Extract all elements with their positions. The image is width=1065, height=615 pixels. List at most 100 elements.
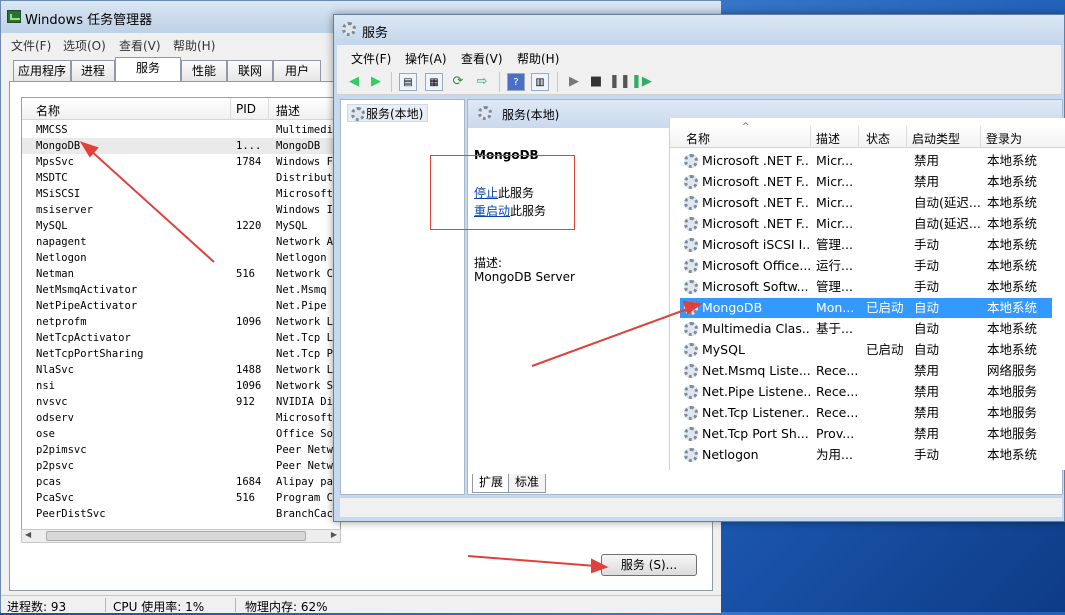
menu-view[interactable]: 查看(V) [119, 37, 161, 54]
menu-options[interactable]: 选项(O) [63, 37, 106, 54]
cell-startup: 禁用 [914, 363, 940, 378]
properties-icon[interactable]: ▦ [425, 73, 443, 91]
cell-desc: Prov... [816, 426, 855, 441]
table-row[interactable]: Microsoft .NET F... Micr... 自动(延迟... 本地系统 [680, 214, 1052, 234]
services-button[interactable]: 服务 (S)... [601, 554, 697, 576]
col-name-header[interactable]: 名称 [686, 130, 710, 147]
status-processes: 进程数: 93 [7, 600, 67, 614]
table-row[interactable]: napagent Network Ac [22, 234, 340, 250]
export-icon[interactable]: ⇨ [473, 73, 491, 91]
table-row[interactable]: MongoDB 1... MongoDB [22, 138, 340, 154]
tab-standard[interactable]: 标准 [508, 474, 547, 493]
cell-desc: MySQL [276, 220, 308, 232]
col-status-header[interactable]: 状态 [866, 130, 890, 147]
table-row[interactable]: Net.Tcp Port Sh... Prov... 禁用 本地服务 [680, 424, 1052, 444]
table-row[interactable]: Microsoft Softw... 管理... 手动 本地系统 [680, 277, 1052, 297]
table-row[interactable]: pcas 1684 Alipay pay [22, 474, 340, 490]
table-row[interactable]: NlaSvc 1488 Network Lo [22, 362, 340, 378]
cell-name: Netlogon [36, 252, 87, 264]
table-row[interactable]: Netlogon Netlogon [22, 250, 340, 266]
restart-icon[interactable]: ❚▶ [631, 73, 652, 91]
tab-extended[interactable]: 扩展 [472, 474, 511, 493]
table-row[interactable]: Net.Pipe Listene... Rece... 禁用 本地服务 [680, 382, 1052, 402]
table-row[interactable]: Net.Msmq Liste... Rece... 禁用 网络服务 [680, 361, 1052, 381]
tab-applications[interactable]: 应用程序 [13, 60, 71, 82]
table-row[interactable]: nsi 1096 Network St [22, 378, 340, 394]
table-row[interactable]: nvsvc 912 NVIDIA Dis [22, 394, 340, 410]
menu-help[interactable]: 帮助(H) [173, 37, 215, 54]
table-row[interactable]: NetTcpPortSharing Net.Tcp Po [22, 346, 340, 362]
cell-name: Microsoft .NET F... [702, 174, 810, 189]
scroll-right-icon[interactable]: ▶ [331, 530, 337, 539]
help-icon[interactable]: ? [507, 73, 525, 91]
table-row[interactable]: MySQL 1220 MySQL [22, 218, 340, 234]
table-row[interactable]: Netlogon 为用... 手动 本地系统 [680, 445, 1052, 465]
col-desc-header[interactable]: 描述 [816, 130, 840, 147]
table-row[interactable]: Multimedia Clas... 基于... 自动 本地系统 [680, 319, 1052, 339]
table-row[interactable]: PeerDistSvc BranchCach [22, 506, 340, 522]
col-pid-header[interactable]: PID [236, 102, 256, 116]
table-row[interactable]: Microsoft iSCSI I... 管理... 手动 本地系统 [680, 235, 1052, 255]
table-row[interactable]: odserv Microsoft [22, 410, 340, 426]
col-startup-header[interactable]: 启动类型 [912, 130, 960, 147]
table-row[interactable]: MMCSS Multimedia [22, 122, 340, 138]
horizontal-scrollbar[interactable]: ◀ ▶ [21, 529, 341, 543]
table-row[interactable]: MpsSvc 1784 Windows Fi [22, 154, 340, 170]
scrollbar-thumb[interactable] [46, 531, 306, 541]
table-row[interactable]: NetTcpActivator Net.Tcp Li [22, 330, 340, 346]
cell-startup: 自动 [914, 321, 940, 336]
table-row[interactable]: Microsoft Office... 运行... 手动 本地系统 [680, 256, 1052, 276]
table-row[interactable]: Microsoft .NET F... Micr... 禁用 本地系统 [680, 151, 1052, 171]
table-row[interactable]: Microsoft .NET F... Micr... 自动(延迟... 本地系统 [680, 193, 1052, 213]
services-statusbar [340, 497, 1062, 517]
cell-desc: Office Sou [276, 428, 340, 440]
table-row[interactable]: msiserver Windows In [22, 202, 340, 218]
menu-file[interactable]: 文件(F) [11, 37, 51, 54]
cell-name: PcaSvc [36, 492, 74, 504]
pause-icon[interactable]: ❚❚ [609, 73, 631, 91]
stop-icon[interactable]: ■ [587, 73, 605, 91]
table-row[interactable]: MySQL 已启动 自动 本地系统 [680, 340, 1052, 360]
view-icon[interactable]: ▥ [531, 73, 549, 91]
menu-file[interactable]: 文件(F) [351, 50, 391, 67]
table-row[interactable]: netprofm 1096 Network Li [22, 314, 340, 330]
table-row[interactable]: Microsoft .NET F... Micr... 禁用 本地系统 [680, 172, 1052, 192]
col-name-header[interactable]: 名称 [36, 102, 60, 119]
tab-users[interactable]: 用户 [273, 60, 321, 82]
cell-desc: NVIDIA Dis [276, 396, 340, 408]
table-row[interactable]: NetPipeActivator Net.Pipe L [22, 298, 340, 314]
tab-networking[interactable]: 联网 [227, 60, 273, 82]
menu-view[interactable]: 查看(V) [461, 50, 503, 67]
table-row[interactable]: Net.Tcp Listener... Rece... 禁用 本地服务 [680, 403, 1052, 423]
tab-performance[interactable]: 性能 [181, 60, 227, 82]
cell-name: Netlogon [702, 447, 759, 462]
table-row[interactable]: Netman 516 Network Co [22, 266, 340, 282]
cell-startup: 手动 [914, 447, 940, 462]
cell-logon: 本地系统 [987, 447, 1038, 462]
table-row[interactable]: MongoDB Mon... 已启动 自动 本地系统 [680, 298, 1052, 318]
col-desc-header[interactable]: 描述 [276, 102, 300, 119]
start-icon[interactable]: ▶ [565, 73, 583, 91]
console-tree-icon[interactable]: ▤ [399, 73, 417, 91]
table-row[interactable]: p2pimsvc Peer Netwo [22, 442, 340, 458]
forward-icon[interactable]: ▶ [367, 73, 385, 91]
menu-action[interactable]: 操作(A) [405, 50, 447, 67]
table-row[interactable]: PcaSvc 516 Program Co [22, 490, 340, 506]
tab-services[interactable]: 服务 [115, 57, 181, 82]
tab-processes[interactable]: 进程 [71, 60, 115, 82]
table-row[interactable]: p2psvc Peer Netwo [22, 458, 340, 474]
refresh-icon[interactable]: ⟳ [449, 73, 467, 91]
table-row[interactable]: MSiSCSI Microsoft [22, 186, 340, 202]
table-row[interactable]: ose Office Sou [22, 426, 340, 442]
cell-name: NetPipeActivator [36, 300, 138, 312]
services-titlebar[interactable]: 服务 [334, 15, 1064, 45]
service-gear-icon [684, 385, 698, 399]
table-row[interactable]: MSDTC Distribute [22, 170, 340, 186]
table-row[interactable]: NetMsmqActivator Net.Msmq L [22, 282, 340, 298]
status-cpu: CPU 使用率: 1% [113, 600, 205, 614]
tree-node-services-local[interactable]: 服务(本地) [347, 104, 429, 122]
col-logon-header[interactable]: 登录为 [986, 130, 1022, 147]
back-icon[interactable]: ◀ [345, 73, 363, 91]
menu-help[interactable]: 帮助(H) [517, 50, 559, 67]
scroll-left-icon[interactable]: ◀ [25, 530, 31, 539]
